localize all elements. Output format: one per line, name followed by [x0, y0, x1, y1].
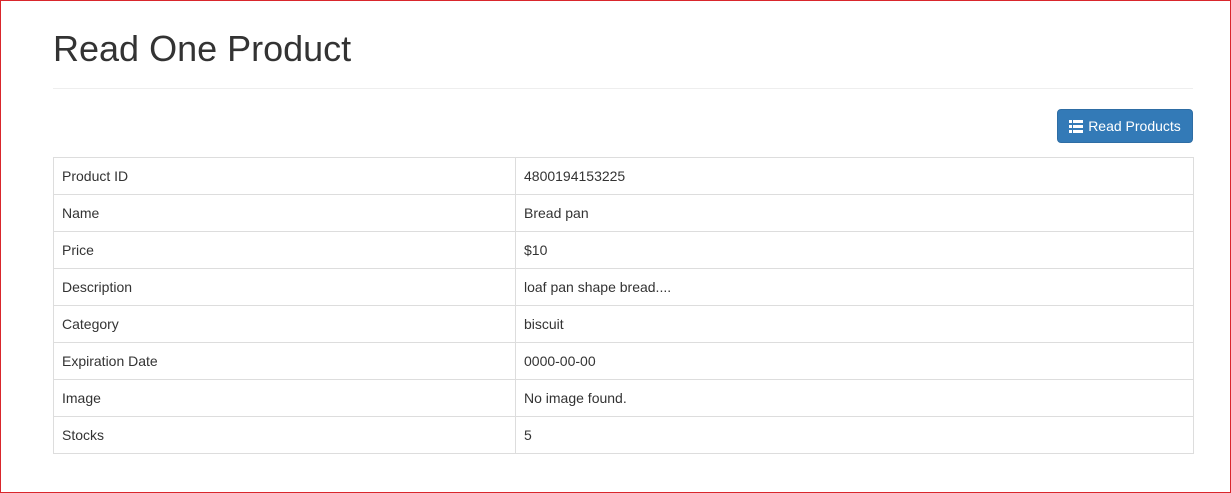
row-value: 4800194153225: [515, 157, 1194, 195]
row-value: Bread pan: [515, 194, 1194, 232]
table-row-description: Description loaf pan shape bread....: [53, 268, 1194, 306]
read-products-label: Read Products: [1088, 118, 1181, 134]
row-value: loaf pan shape bread....: [515, 268, 1194, 306]
table-row-name: Name Bread pan: [53, 194, 1194, 232]
row-label: Description: [53, 268, 516, 306]
row-value: biscuit: [515, 305, 1194, 343]
read-products-button[interactable]: Read Products: [1057, 109, 1193, 143]
row-label: Price: [53, 231, 516, 269]
row-value: 0000-00-00: [515, 342, 1194, 380]
row-label: Stocks: [53, 416, 516, 454]
row-label: Expiration Date: [53, 342, 516, 380]
page-title: Read One Product: [53, 28, 352, 69]
page-header: Read One Product: [53, 28, 1193, 89]
table-row-category: Category biscuit: [53, 305, 1194, 343]
table-row-expiration-date: Expiration Date 0000-00-00: [53, 342, 1194, 380]
row-label: Category: [53, 305, 516, 343]
row-label: Image: [53, 379, 516, 417]
table-row-stocks: Stocks 5: [53, 416, 1194, 454]
list-icon: [1069, 119, 1084, 133]
row-label: Name: [53, 194, 516, 232]
product-details-table: Product ID 4800194153225 Name Bread pan …: [53, 157, 1194, 454]
row-value: 5: [515, 416, 1194, 454]
table-row-price: Price $10: [53, 231, 1194, 269]
row-value: $10: [515, 231, 1194, 269]
table-row-product-id: Product ID 4800194153225: [53, 157, 1194, 195]
table-row-image: Image No image found.: [53, 379, 1194, 417]
row-value: No image found.: [515, 379, 1194, 417]
page-frame: Read One Product Read Products Product I…: [0, 0, 1231, 493]
row-label: Product ID: [53, 157, 516, 195]
